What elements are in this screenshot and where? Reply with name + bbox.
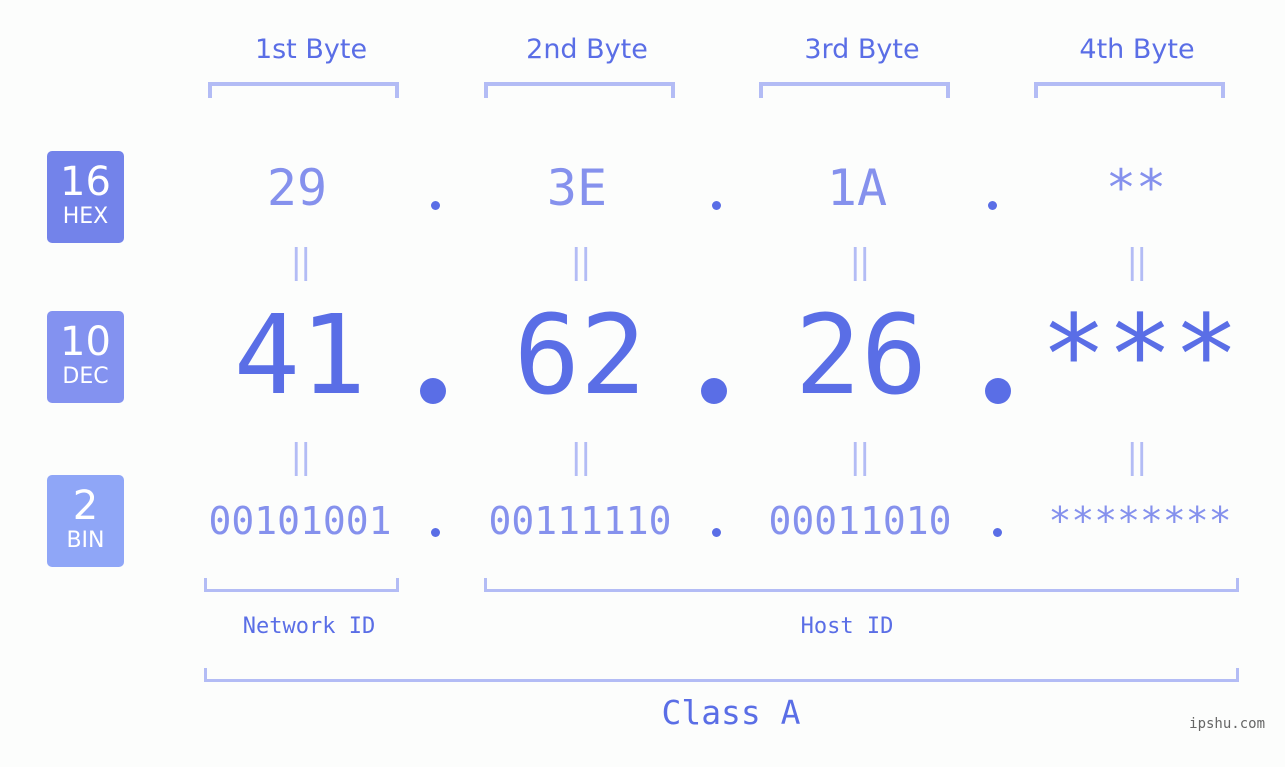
- bin-base: 2: [72, 483, 99, 529]
- byte-2-bracket: [484, 82, 675, 98]
- bin-badge: 2 BIN: [47, 475, 124, 567]
- equals-icon: ||: [849, 437, 871, 477]
- dec-badge: 10 DEC: [47, 311, 124, 403]
- equals-icon: ||: [570, 242, 592, 282]
- bin-label: BIN: [66, 528, 105, 553]
- class-bracket: [204, 668, 1239, 682]
- network-id-bracket: [204, 578, 399, 592]
- hex-dot-3: [988, 201, 997, 210]
- bin-byte-3: 00011010: [768, 499, 952, 543]
- host-id-bracket: [484, 578, 1239, 592]
- equals-icon: ||: [570, 437, 592, 477]
- equals-icon: ||: [290, 242, 312, 282]
- class-label: Class A: [661, 693, 801, 732]
- dec-dot-3: [985, 378, 1011, 404]
- equals-icon: ||: [1126, 242, 1148, 282]
- watermark: ipshu.com: [1189, 716, 1265, 732]
- byte-1-bracket: [208, 82, 399, 98]
- bin-byte-1: 00101001: [208, 499, 392, 543]
- byte-1-header: 1st Byte: [254, 34, 368, 65]
- host-id-label: Host ID: [800, 614, 894, 639]
- equals-icon: ||: [290, 437, 312, 477]
- hex-base: 16: [60, 159, 111, 205]
- network-id-label: Network ID: [242, 614, 376, 639]
- hex-dot-2: [712, 201, 721, 210]
- dec-base: 10: [60, 319, 111, 365]
- byte-3-header: 3rd Byte: [804, 34, 920, 65]
- dec-dot-1: [420, 378, 446, 404]
- dec-byte-1: 41: [233, 291, 367, 419]
- equals-icon: ||: [1126, 437, 1148, 477]
- byte-2-header: 2nd Byte: [526, 34, 648, 65]
- dec-byte-4: ***: [1040, 291, 1240, 419]
- dec-byte-3: 26: [794, 291, 928, 419]
- dec-byte-2: 62: [513, 291, 647, 419]
- hex-byte-4: **: [1105, 159, 1167, 217]
- hex-byte-1: 29: [266, 159, 328, 217]
- hex-byte-2: 3E: [546, 159, 608, 217]
- hex-label: HEX: [62, 204, 109, 229]
- hex-badge: 16 HEX: [47, 151, 124, 243]
- byte-3-bracket: [759, 82, 950, 98]
- bin-byte-4: ********: [1048, 499, 1232, 543]
- dec-label: DEC: [62, 364, 109, 389]
- bin-dot-3: [993, 528, 1002, 537]
- bin-dot-1: [431, 528, 440, 537]
- bin-dot-2: [712, 528, 721, 537]
- bin-byte-2: 00111110: [488, 499, 672, 543]
- hex-byte-3: 1A: [826, 159, 888, 217]
- byte-4-header: 4th Byte: [1079, 34, 1195, 65]
- equals-icon: ||: [849, 242, 871, 282]
- byte-4-bracket: [1034, 82, 1225, 98]
- hex-dot-1: [431, 201, 440, 210]
- dec-dot-2: [701, 378, 727, 404]
